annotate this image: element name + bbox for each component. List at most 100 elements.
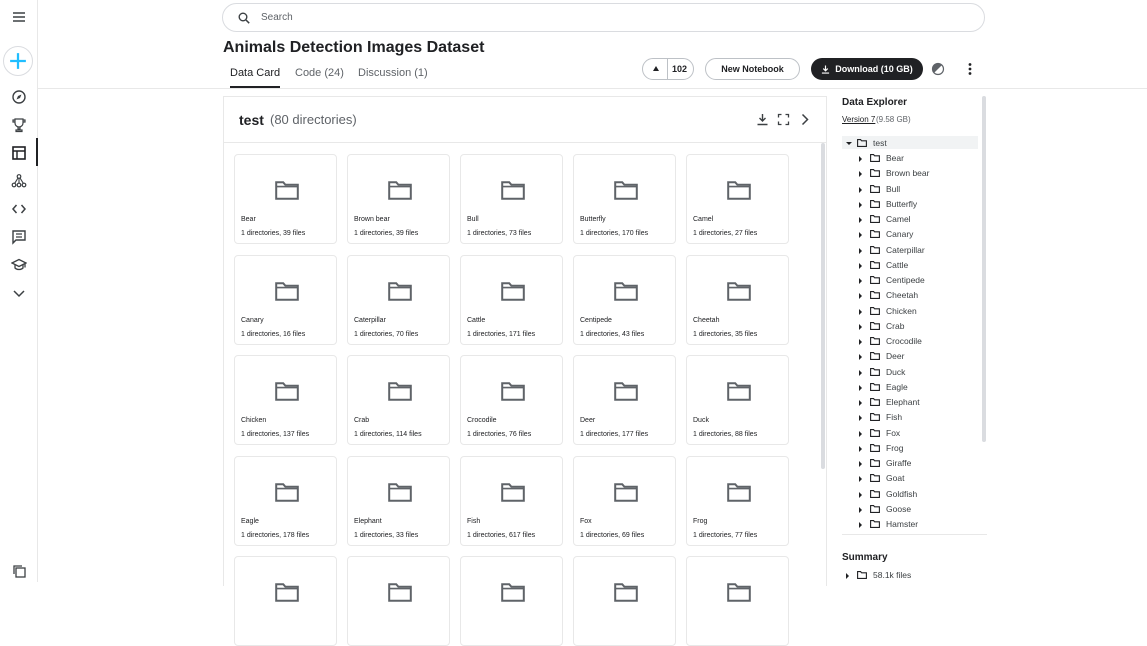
new-notebook-button[interactable]: New Notebook xyxy=(705,58,800,80)
menu-icon[interactable] xyxy=(0,6,38,28)
caret-right-icon xyxy=(859,171,862,178)
folder-card-meta: 1 directories, 73 files xyxy=(467,230,532,237)
folder-card[interactable] xyxy=(573,556,676,646)
tree-node-label: Duck xyxy=(886,366,906,377)
folder-card-name: Elephant xyxy=(354,517,382,525)
chevron-down-icon[interactable] xyxy=(0,282,38,304)
folder-card[interactable]: Eagle 1 directories, 178 files xyxy=(234,455,337,546)
folder-icon xyxy=(870,230,880,239)
folder-icon xyxy=(388,583,412,602)
folder-card-name: Crab xyxy=(354,417,370,424)
folder-icon xyxy=(870,520,880,528)
models-icon[interactable] xyxy=(0,170,38,192)
create-button[interactable] xyxy=(3,46,33,76)
folder-card[interactable]: Bear 1 directories, 39 files xyxy=(234,154,337,244)
folder-icon xyxy=(727,281,751,301)
folder-card[interactable]: Caterpillar 1 directories, 70 files xyxy=(347,254,450,345)
download-folder-icon[interactable] xyxy=(756,113,769,126)
folder-icon xyxy=(275,482,299,502)
fullscreen-icon[interactable] xyxy=(777,113,790,126)
upvote-button[interactable]: 102 xyxy=(642,58,694,80)
folder-card[interactable]: Centipede 1 directories, 43 files xyxy=(573,254,676,345)
folder-card[interactable]: Duck 1 directories, 88 files xyxy=(686,355,789,445)
folder-card[interactable]: Fox 1 directories, 69 files xyxy=(573,455,676,546)
caret-right-icon xyxy=(859,415,862,422)
caret-down-icon xyxy=(846,142,852,145)
folder-card[interactable]: Brown bear 1 directories, 39 files xyxy=(347,154,450,244)
tab-data-card[interactable]: Data Card xyxy=(230,67,280,79)
folder-card-meta: 1 directories, 33 files xyxy=(354,531,419,539)
folder-icon xyxy=(388,482,412,502)
code-icon[interactable] xyxy=(0,198,38,220)
caret-right-icon xyxy=(859,491,862,498)
caret-right-icon xyxy=(859,293,862,300)
recent-icon[interactable] xyxy=(0,560,38,582)
caret-right-icon xyxy=(859,232,862,239)
scrollbar[interactable] xyxy=(821,143,825,469)
explore-icon[interactable] xyxy=(0,86,38,108)
caret-right-icon xyxy=(859,278,862,284)
folder-card[interactable]: Deer 1 directories, 177 files xyxy=(573,355,676,445)
tree-node-label: Elephant xyxy=(886,397,920,407)
tree-node-label: Frog xyxy=(886,442,904,453)
search-bar[interactable]: Search xyxy=(222,3,985,32)
caret-right-icon xyxy=(859,308,862,315)
folder-card[interactable]: Cattle 1 directories, 171 files xyxy=(460,254,563,345)
folder-card[interactable]: Fish 1 directories, 617 files xyxy=(460,455,563,546)
learn-icon[interactable] xyxy=(0,254,38,276)
folder-icon xyxy=(614,181,638,200)
theme-toggle-icon[interactable] xyxy=(931,62,945,76)
more-options-icon[interactable] xyxy=(964,62,976,76)
caret-right-icon xyxy=(859,339,862,345)
folder-count: (80 directories) xyxy=(270,112,357,127)
discussions-icon[interactable] xyxy=(0,226,38,248)
folder-card[interactable]: Chicken 1 directories, 137 files xyxy=(234,355,337,445)
folder-icon xyxy=(614,583,638,602)
folder-card[interactable]: Crocodile 1 directories, 76 files xyxy=(460,355,563,445)
folder-card[interactable] xyxy=(234,556,337,646)
explorer-scrollbar[interactable] xyxy=(982,96,986,442)
version-link[interactable]: Version 7 xyxy=(842,115,875,124)
folder-icon xyxy=(870,489,880,498)
folder-card[interactable]: Camel 1 directories, 27 files xyxy=(686,154,789,244)
tree-node-label: Centipede xyxy=(886,275,925,285)
folder-icon xyxy=(870,443,880,452)
folder-icon xyxy=(870,199,880,208)
tree-node-label: Bear xyxy=(886,153,904,163)
folder-icon xyxy=(870,184,880,193)
plus-icon xyxy=(10,53,26,69)
folder-card[interactable]: Crab 1 directories, 114 files xyxy=(347,355,450,445)
folder-icon xyxy=(727,482,751,502)
datasets-icon[interactable] xyxy=(0,142,38,164)
folder-card[interactable]: Butterfly 1 directories, 170 files xyxy=(573,154,676,244)
folder-card-name: Fox xyxy=(580,517,592,525)
search-input[interactable]: Search xyxy=(261,12,293,23)
folder-card-meta: 1 directories, 177 files xyxy=(580,431,649,438)
tree-node-label: Cattle xyxy=(886,259,909,270)
caret-right-icon xyxy=(859,461,862,467)
caret-right-icon xyxy=(859,247,862,254)
folder-card[interactable]: Bull 1 directories, 73 files xyxy=(460,154,563,244)
folder-card[interactable] xyxy=(460,556,563,646)
folder-card[interactable]: Canary 1 directories, 16 files xyxy=(234,254,337,345)
summary-title: Summary xyxy=(842,552,888,563)
chevron-right-icon[interactable] xyxy=(798,113,811,126)
folder-card[interactable] xyxy=(347,556,450,646)
folder-icon xyxy=(614,482,638,502)
tree-node-label: Giraffe xyxy=(886,458,912,468)
folder-card-name: Canary xyxy=(241,316,264,324)
folder-icon xyxy=(870,154,880,162)
folder-icon xyxy=(727,583,751,602)
folder-icon xyxy=(727,181,751,200)
tab-discussion[interactable]: Discussion (1) xyxy=(358,67,428,79)
folder-card[interactable] xyxy=(686,556,789,646)
download-button[interactable]: Download (10 GB) xyxy=(811,58,923,80)
folder-card-meta: 1 directories, 114 files xyxy=(354,431,422,438)
folder-icon xyxy=(870,352,880,361)
folder-card[interactable]: Elephant 1 directories, 33 files xyxy=(347,455,450,546)
folder-card-meta: 1 directories, 88 files xyxy=(693,431,758,438)
folder-card[interactable]: Cheetah 1 directories, 35 files xyxy=(686,254,789,345)
tab-code[interactable]: Code (24) xyxy=(295,67,344,79)
folder-card[interactable]: Frog 1 directories, 77 files xyxy=(686,455,789,546)
competitions-icon[interactable] xyxy=(0,114,38,136)
